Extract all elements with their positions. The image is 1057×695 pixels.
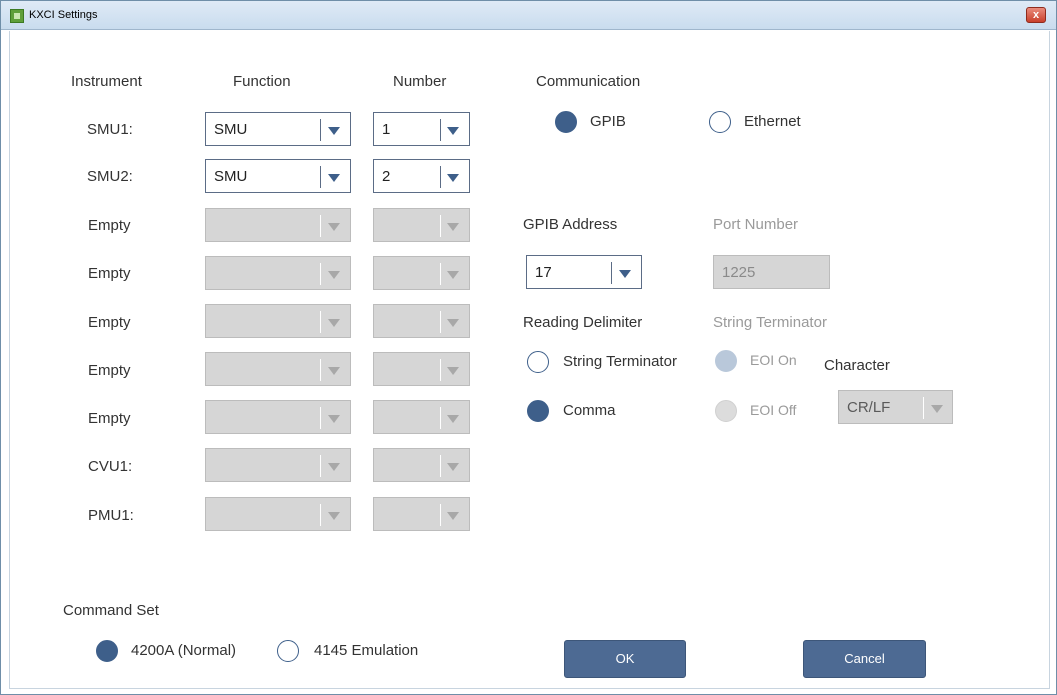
chevron-down-icon bbox=[931, 405, 943, 413]
chevron-down-icon bbox=[447, 415, 459, 423]
function-select[interactable] bbox=[205, 448, 351, 482]
chevron-down-icon bbox=[447, 463, 459, 471]
function-select[interactable] bbox=[205, 304, 351, 338]
instrument-label: CVU1: bbox=[88, 458, 133, 475]
chevron-down-icon bbox=[447, 271, 459, 279]
eoi-on-radio-label[interactable]: EOI On bbox=[750, 352, 797, 368]
chevron-down-icon bbox=[328, 415, 340, 423]
instrument-label: PMU1: bbox=[88, 507, 134, 524]
chevron-down-icon bbox=[447, 512, 459, 520]
chevron-down-icon bbox=[447, 174, 459, 182]
instrument-label: SMU1: bbox=[87, 121, 133, 138]
ethernet-radio-label[interactable]: Ethernet bbox=[744, 113, 801, 130]
number-select[interactable] bbox=[373, 208, 470, 242]
number-select[interactable] bbox=[373, 497, 470, 531]
chevron-down-icon bbox=[447, 319, 459, 327]
close-button[interactable]: x bbox=[1026, 7, 1046, 23]
title-bar[interactable]: KXCI Settings x bbox=[1, 1, 1056, 30]
string-terminator-radio-label[interactable]: String Terminator bbox=[563, 353, 677, 370]
number-select[interactable] bbox=[373, 352, 470, 386]
port-number-value: 1225 bbox=[722, 264, 756, 281]
string-terminator-label: String Terminator bbox=[713, 314, 827, 331]
chevron-down-icon bbox=[447, 367, 459, 375]
number-column-header: Number bbox=[393, 73, 447, 90]
reading-delimiter-label: Reading Delimiter bbox=[523, 314, 643, 331]
function-value: SMU bbox=[214, 121, 248, 138]
number-value: 2 bbox=[382, 168, 391, 185]
app-icon bbox=[10, 9, 24, 23]
4200a-normal-radio-label[interactable]: 4200A (Normal) bbox=[131, 642, 236, 659]
number-select[interactable]: 1 bbox=[373, 112, 470, 146]
comma-radio[interactable] bbox=[527, 400, 549, 422]
gpib-address-select[interactable]: 17 bbox=[526, 255, 642, 289]
number-select[interactable] bbox=[373, 400, 470, 434]
eoi-on-radio[interactable] bbox=[715, 350, 737, 372]
gpib-address-label: GPIB Address bbox=[523, 216, 618, 233]
gpib-radio-label[interactable]: GPIB bbox=[590, 113, 626, 130]
instrument-column-header: Instrument bbox=[71, 73, 142, 90]
instrument-label: Empty bbox=[88, 217, 131, 234]
function-select[interactable] bbox=[205, 256, 351, 290]
number-value: 1 bbox=[382, 121, 391, 138]
chevron-down-icon bbox=[328, 463, 340, 471]
gpib-radio[interactable] bbox=[555, 111, 577, 133]
character-select[interactable]: CR/LF bbox=[838, 390, 953, 424]
gpib-address-value: 17 bbox=[535, 264, 552, 281]
instrument-label: SMU2: bbox=[87, 168, 133, 185]
chevron-down-icon bbox=[619, 270, 631, 278]
function-column-header: Function bbox=[233, 73, 291, 90]
function-value: SMU bbox=[214, 168, 248, 185]
kxci-settings-window: KXCI Settings x Instrument Function Numb… bbox=[0, 0, 1057, 695]
chevron-down-icon bbox=[328, 367, 340, 375]
window-title: KXCI Settings bbox=[29, 9, 98, 21]
4200a-normal-radio[interactable] bbox=[96, 640, 118, 662]
4145-emulation-radio[interactable] bbox=[277, 640, 299, 662]
cancel-button[interactable]: Cancel bbox=[803, 640, 926, 678]
chevron-down-icon bbox=[328, 271, 340, 279]
character-label: Character bbox=[824, 357, 890, 374]
chevron-down-icon bbox=[328, 319, 340, 327]
communication-label: Communication bbox=[536, 73, 641, 90]
chevron-down-icon bbox=[328, 174, 340, 182]
eoi-off-radio[interactable] bbox=[715, 400, 737, 422]
instrument-label: Empty bbox=[88, 362, 131, 379]
comma-radio-label[interactable]: Comma bbox=[563, 402, 616, 419]
instrument-label: Empty bbox=[88, 410, 131, 427]
eoi-off-radio-label[interactable]: EOI Off bbox=[750, 402, 796, 418]
string-terminator-radio[interactable] bbox=[527, 351, 549, 373]
instrument-label: Empty bbox=[88, 314, 131, 331]
chevron-down-icon bbox=[328, 127, 340, 135]
function-select[interactable] bbox=[205, 352, 351, 386]
number-select[interactable] bbox=[373, 448, 470, 482]
command-set-label: Command Set bbox=[63, 602, 159, 619]
function-select[interactable] bbox=[205, 208, 351, 242]
settings-content: Instrument Function Number SMU1: SMU 1 S… bbox=[9, 31, 1050, 689]
chevron-down-icon bbox=[447, 223, 459, 231]
chevron-down-icon bbox=[328, 223, 340, 231]
port-number-label: Port Number bbox=[713, 216, 799, 233]
function-select[interactable]: SMU bbox=[205, 159, 351, 193]
4145-emulation-radio-label[interactable]: 4145 Emulation bbox=[314, 642, 418, 659]
number-select[interactable] bbox=[373, 304, 470, 338]
ok-button[interactable]: OK bbox=[564, 640, 686, 678]
number-select[interactable] bbox=[373, 256, 470, 290]
function-select[interactable] bbox=[205, 497, 351, 531]
character-value: CR/LF bbox=[847, 399, 891, 416]
port-number-field[interactable]: 1225 bbox=[713, 255, 830, 289]
number-select[interactable]: 2 bbox=[373, 159, 470, 193]
function-select[interactable] bbox=[205, 400, 351, 434]
function-select[interactable]: SMU bbox=[205, 112, 351, 146]
instrument-label: Empty bbox=[88, 265, 131, 282]
chevron-down-icon bbox=[328, 512, 340, 520]
ethernet-radio[interactable] bbox=[709, 111, 731, 133]
chevron-down-icon bbox=[447, 127, 459, 135]
